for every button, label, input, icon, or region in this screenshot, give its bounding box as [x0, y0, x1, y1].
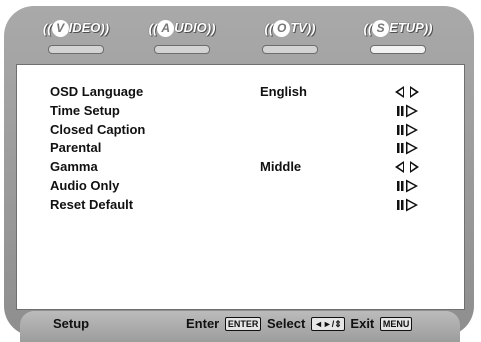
exit-hint-label: Exit — [350, 316, 375, 331]
tab-open-paren: (( — [148, 21, 158, 37]
menu-item-value: Middle — [260, 159, 302, 175]
submenu-arrow-icon[interactable] — [395, 141, 419, 155]
tab-video[interactable]: ((V IDEO)) — [28, 18, 124, 54]
tab-bar: ((V IDEO)) ((A UDIO)) ((O TV)) ((S ETUP)) — [20, 14, 460, 54]
submenu-arrow-icon[interactable] — [395, 123, 419, 137]
tab-audio[interactable]: ((A UDIO)) — [134, 18, 230, 54]
tab-close-paren: )) — [100, 21, 110, 37]
menu-item-label: Closed Caption — [50, 121, 146, 137]
tab-close-paren: )) — [423, 21, 433, 37]
tab-setup-label: ETUP — [389, 20, 424, 35]
menu-item-label: Audio Only — [50, 177, 120, 193]
submenu-arrow-icon[interactable] — [395, 104, 419, 118]
tab-audio-initial: A — [157, 20, 175, 38]
menu-item-label: Reset Default — [50, 196, 134, 212]
tab-setup[interactable]: ((S ETUP)) — [350, 18, 446, 54]
menu-item-audio-only[interactable]: Audio Only — [50, 178, 430, 197]
footer: Setup Enter ENTER Select ◄►/⇕ Exit MENU — [28, 312, 448, 338]
tab-open-paren: (( — [363, 21, 373, 37]
tab-open-paren: (( — [42, 21, 52, 37]
select-key-badge: ◄►/⇕ — [310, 317, 345, 331]
tab-audio-label: UDIO — [174, 20, 207, 35]
submenu-arrow-icon[interactable] — [395, 198, 419, 212]
menu-item-value: English — [260, 84, 307, 99]
tab-tv-initial: O — [273, 20, 291, 38]
menu-item-time-setup[interactable]: Time Setup — [50, 103, 430, 122]
footer-hints: Enter ENTER Select ◄►/⇕ Exit MENU — [186, 316, 414, 331]
tab-tv-label: TV — [290, 20, 307, 35]
tab-open-paren: (( — [264, 21, 274, 37]
menu-item-label: Gamma — [50, 159, 98, 175]
tab-audio-indicator — [154, 45, 210, 54]
menu-item-label: Parental — [50, 140, 102, 156]
tab-setup-indicator — [370, 45, 426, 54]
menu-item-parental[interactable]: Parental — [50, 140, 430, 159]
select-hint-label: Select — [267, 316, 306, 331]
menu-item-label: OSD Language — [50, 84, 144, 99]
menu-item-reset-default[interactable]: Reset Default — [50, 197, 430, 216]
tab-close-paren: )) — [206, 21, 216, 37]
enter-hint-label: Enter — [186, 316, 220, 331]
enter-key-badge: ENTER — [224, 317, 262, 331]
menu-item-gamma[interactable]: Gamma Middle — [50, 159, 430, 178]
tab-setup-initial: S — [372, 20, 390, 38]
menu-item-osd-language[interactable]: OSD Language English — [50, 84, 430, 103]
footer-title: Setup — [53, 316, 90, 331]
tab-tv-indicator — [262, 45, 318, 54]
tab-video-indicator — [48, 45, 104, 54]
submenu-arrow-icon[interactable] — [395, 179, 419, 193]
tab-tv[interactable]: ((O TV)) — [242, 18, 338, 54]
left-right-arrows-icon[interactable] — [395, 85, 419, 99]
menu-item-label: Time Setup — [50, 102, 120, 118]
tab-close-paren: )) — [306, 21, 316, 37]
menu-key-badge: MENU — [379, 317, 413, 331]
menu-item-closed-caption[interactable]: Closed Caption — [50, 122, 430, 141]
tab-video-label: IDEO — [68, 20, 101, 35]
setup-menu: OSD Language English Time Setup Closed C… — [50, 84, 430, 216]
tab-video-initial: V — [51, 20, 69, 38]
left-right-arrows-icon[interactable] — [395, 160, 419, 174]
